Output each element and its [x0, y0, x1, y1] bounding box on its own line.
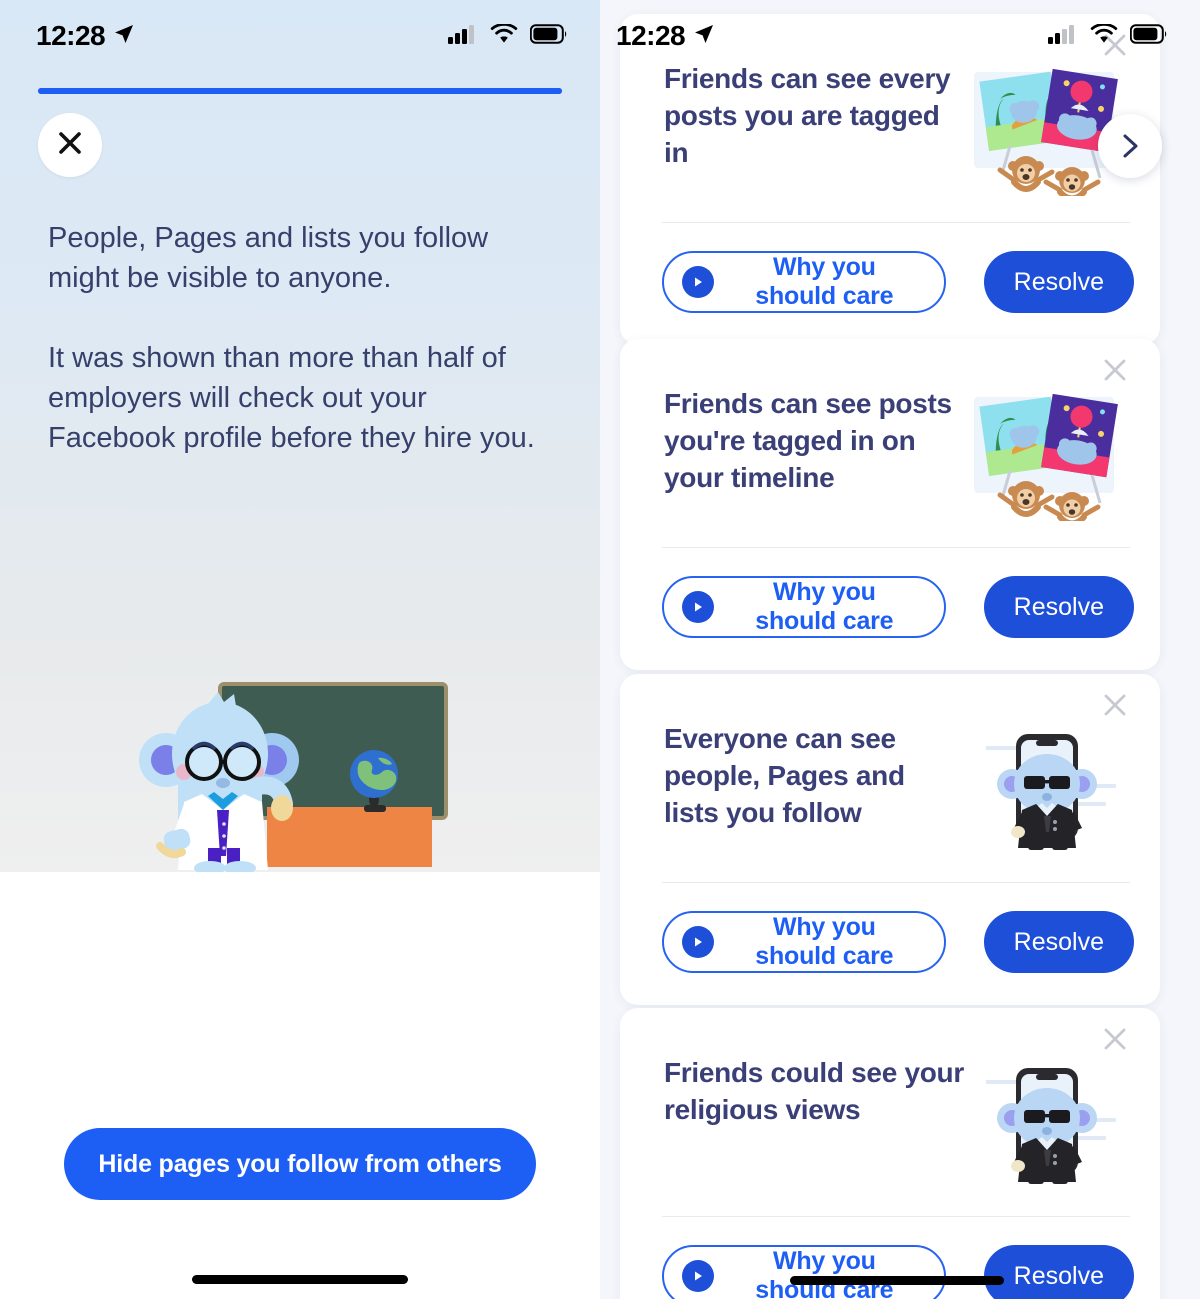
card-header: Friends could see your religious views — [620, 1008, 1160, 1190]
status-bar-indicators — [448, 22, 568, 49]
home-indicator-bar-left[interactable] — [192, 1275, 408, 1284]
play-icon — [682, 591, 714, 623]
card-header: Friends can see posts you're tagged in o… — [620, 339, 1160, 527]
two-screen-comparison: 12:28 People, Pages and lists you follow… — [0, 0, 1200, 1299]
status-bar-time-group: 12:28 — [36, 20, 135, 52]
privacy-issue-card[interactable]: Friends can see posts you're tagged in o… — [620, 339, 1160, 670]
why-you-should-care-button[interactable]: Why you should care — [662, 576, 946, 638]
status-bar-left: 12:28 — [0, 0, 600, 72]
battery-icon — [529, 23, 568, 49]
location-arrow-icon — [693, 20, 715, 52]
close-button[interactable] — [38, 113, 102, 177]
status-bar-time-group: 12:28 — [616, 20, 715, 52]
chevron-right-icon — [1123, 134, 1138, 158]
hide-pages-button[interactable]: Hide pages you follow from others — [64, 1128, 536, 1200]
play-icon — [682, 1260, 714, 1292]
right-phone-screen: Friends can see every posts you are tagg… — [600, 0, 1200, 1299]
battery-icon — [1129, 23, 1168, 49]
koala-teacher-chalkboard-illustration — [112, 662, 492, 875]
why-button-label: Why you should care — [755, 1247, 894, 1299]
cellular-signal-icon — [1048, 24, 1078, 49]
play-icon — [682, 266, 714, 298]
onboarding-progress-bar — [38, 88, 562, 94]
status-bar-clock: 12:28 — [36, 20, 106, 51]
status-bar-clock: 12:28 — [616, 20, 686, 51]
cellular-signal-icon — [448, 24, 478, 49]
why-button-label: Why you should care — [755, 578, 894, 635]
privacy-issue-card[interactable]: Friends could see your religious views W… — [620, 1008, 1160, 1299]
left-phone-screen: 12:28 People, Pages and lists you follow… — [0, 0, 600, 1299]
progress-bar-fill — [38, 88, 562, 94]
card-title: Friends can see posts you're tagged in o… — [664, 388, 952, 493]
explanation-text: People, Pages and lists you follow might… — [48, 218, 558, 458]
home-indicator-bar-right[interactable] — [790, 1276, 1004, 1285]
close-x-icon — [57, 130, 83, 161]
status-bar-right: 12:28 — [600, 0, 1200, 72]
resolve-button[interactable]: Resolve — [983, 911, 1134, 973]
resolve-button[interactable]: Resolve — [983, 251, 1134, 313]
resolve-button[interactable]: Resolve — [983, 576, 1134, 638]
card-action-row: Why you should care Resolve — [620, 548, 1160, 670]
card-title: Everyone can see people, Pages and lists… — [664, 723, 905, 828]
why-you-should-care-button[interactable]: Why you should care — [662, 1245, 946, 1299]
next-card-button[interactable] — [1098, 114, 1162, 178]
wifi-icon — [1090, 22, 1118, 49]
location-arrow-icon — [113, 20, 135, 52]
tagged-photos-monkeys-illustration — [974, 66, 1162, 202]
tagged-photos-monkeys-illustration — [974, 391, 1134, 527]
explanation-paragraph-1: People, Pages and lists you follow might… — [48, 222, 489, 294]
status-bar-indicators — [1048, 22, 1168, 49]
spy-koala-phone-illustration — [974, 1060, 1134, 1190]
why-you-should-care-button[interactable]: Why you should care — [662, 911, 946, 973]
privacy-issue-card[interactable]: Everyone can see people, Pages and lists… — [620, 674, 1160, 1005]
why-button-label: Why you should care — [755, 913, 894, 970]
card-title: Friends could see your religious views — [664, 1057, 964, 1125]
explanation-paragraph-2: It was shown than more than half of empl… — [48, 342, 535, 454]
card-title: Friends can see every posts you are tagg… — [664, 63, 951, 168]
card-action-row: Why you should care Resolve — [620, 1217, 1160, 1299]
spy-koala-phone-illustration — [974, 726, 1134, 856]
resolve-button[interactable]: Resolve — [983, 1245, 1134, 1299]
wifi-icon — [490, 22, 518, 49]
play-icon — [682, 926, 714, 958]
why-you-should-care-button[interactable]: Why you should care — [662, 251, 946, 313]
card-header: Everyone can see people, Pages and lists… — [620, 674, 1160, 856]
card-action-row: Why you should care Resolve — [620, 223, 1160, 345]
why-button-label: Why you should care — [755, 253, 894, 310]
card-action-row: Why you should care Resolve — [620, 883, 1160, 1005]
